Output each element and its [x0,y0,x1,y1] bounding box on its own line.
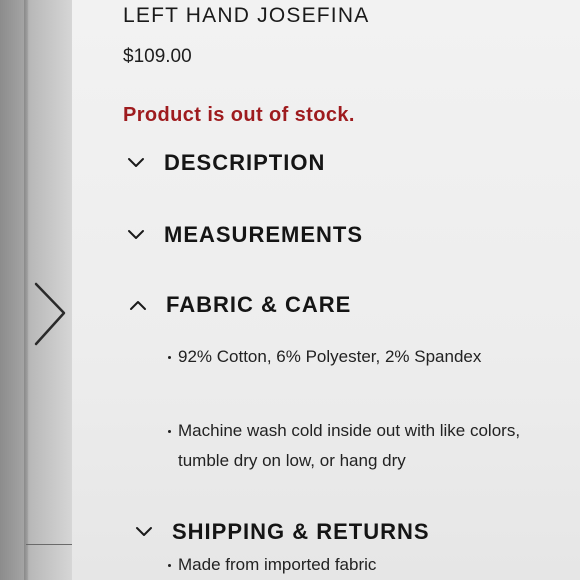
chevron-right-icon[interactable] [30,280,70,350]
accordion-label: MEASUREMENTS [164,222,364,247]
stock-status: Product is out of stock. [123,104,355,126]
chevron-down-icon [128,230,144,239]
accordion-measurements[interactable]: MEASUREMENTS [126,222,363,248]
chevron-down-icon [128,158,144,167]
chevron-up-icon [130,301,146,310]
product-title: LEFT HAND JOSEFINA [123,4,370,27]
product-screen: LEFT HAND JOSEFINA $109.00 Product is ou… [0,0,580,580]
list-item: Made from imported fabric [168,550,578,580]
list-item: 92% Cotton, 6% Polyester, 2% Spandex [168,342,578,372]
chevron-down-icon [136,527,152,536]
accordion-fabric-care[interactable]: FABRIC & CARE [128,292,351,318]
accordion-description[interactable]: DESCRIPTION [126,150,325,176]
accordion-label: SHIPPING & RETURNS [172,519,430,544]
gallery-divider [24,0,28,580]
accordion-shipping-returns[interactable]: SHIPPING & RETURNS [134,519,430,545]
accordion-label: FABRIC & CARE [166,292,352,317]
image-gallery-edge [0,0,96,580]
product-price: $109.00 [123,46,192,67]
accordion-label: DESCRIPTION [164,150,326,175]
fabric-care-list: 92% Cotton, 6% Polyester, 2% Spandex Mac… [168,342,578,574]
product-details: LEFT HAND JOSEFINA $109.00 Product is ou… [72,0,580,580]
list-item: Machine wash cold inside out with like c… [168,416,568,476]
